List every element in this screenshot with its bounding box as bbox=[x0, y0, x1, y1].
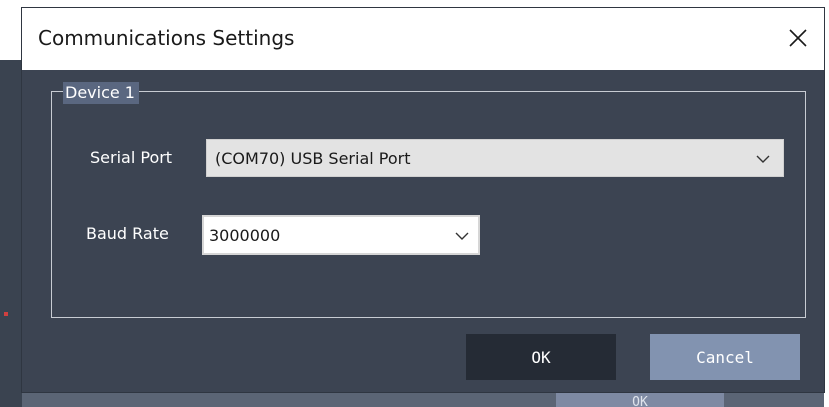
device-groupbox bbox=[51, 91, 806, 318]
serial-port-select[interactable]: (COM70) USB Serial Port bbox=[206, 139, 784, 177]
ok-button[interactable]: OK bbox=[466, 334, 616, 380]
baud-rate-input[interactable] bbox=[207, 220, 445, 250]
cancel-button[interactable]: Cancel bbox=[650, 334, 800, 380]
serial-port-label: Serial Port bbox=[90, 148, 173, 167]
background-top-area bbox=[0, 0, 22, 60]
background-left-panel bbox=[0, 60, 22, 407]
background-indicator bbox=[4, 312, 8, 316]
baud-rate-label: Baud Rate bbox=[86, 224, 169, 243]
close-icon bbox=[789, 29, 807, 47]
serial-port-value: (COM70) USB Serial Port bbox=[215, 149, 411, 168]
communications-settings-dialog: Communications Settings Device 1 Serial … bbox=[22, 8, 824, 392]
chevron-down-icon bbox=[455, 232, 469, 240]
baud-rate-dropdown-button[interactable] bbox=[446, 217, 478, 253]
dialog-titlebar: Communications Settings bbox=[22, 8, 824, 70]
baud-rate-combobox bbox=[202, 215, 480, 255]
chevron-down-icon bbox=[756, 155, 770, 163]
device-group-label: Device 1 bbox=[63, 82, 139, 104]
dialog-title: Communications Settings bbox=[38, 26, 295, 50]
background-right-edge bbox=[824, 0, 829, 407]
close-button[interactable] bbox=[780, 20, 816, 56]
background-ok-button: OK bbox=[556, 391, 724, 407]
